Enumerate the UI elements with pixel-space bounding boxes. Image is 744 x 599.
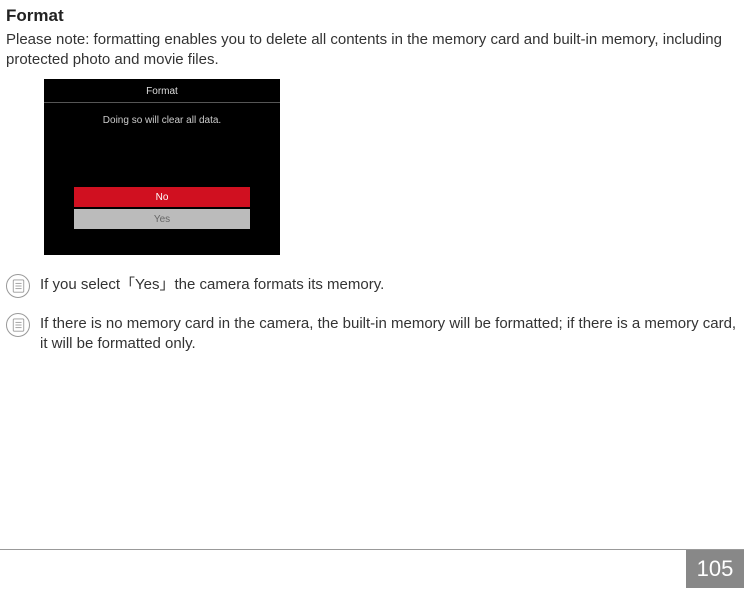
dialog-buttons: No Yes	[44, 187, 280, 255]
dialog-message: Doing so will clear all data.	[103, 103, 221, 126]
note-text: If there is no memory card in the camera…	[40, 312, 738, 353]
note-icon	[6, 274, 30, 298]
note-item: If you select「Yes」the camera formats its…	[0, 273, 744, 312]
note-icon	[6, 313, 30, 337]
dialog-title: Format	[44, 79, 280, 103]
note-text: If you select「Yes」the camera formats its…	[40, 273, 384, 295]
intro-text: Please note: formatting enables you to d…	[0, 30, 744, 79]
no-button[interactable]: No	[74, 187, 250, 207]
note-item: If there is no memory card in the camera…	[0, 312, 744, 367]
page-title: Format	[0, 0, 744, 30]
camera-format-dialog: Format Doing so will clear all data. No …	[44, 79, 280, 255]
page-number: 105	[686, 550, 744, 588]
page-footer: 105	[0, 549, 744, 587]
yes-button[interactable]: Yes	[74, 209, 250, 229]
